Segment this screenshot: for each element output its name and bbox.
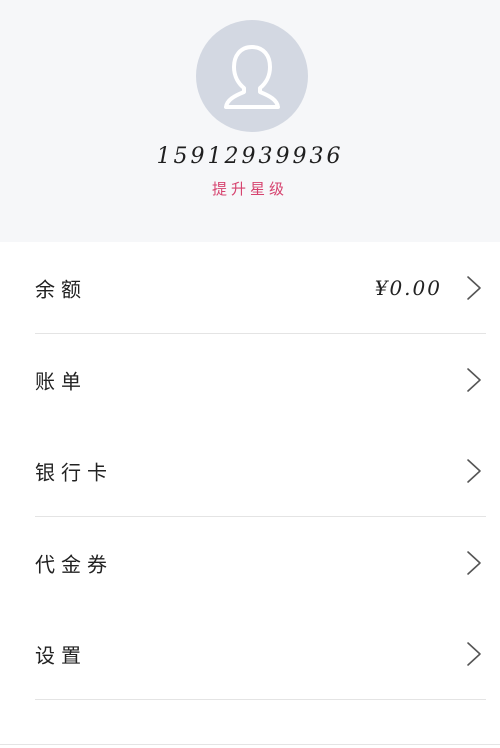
- phone-number: 15912939936: [156, 144, 344, 169]
- menu-item-label: 代金券: [35, 552, 113, 576]
- bottom-divider: [0, 744, 500, 745]
- chevron-right-icon: [467, 550, 481, 575]
- menu-item-label: 余额: [35, 277, 87, 301]
- menu-item-bank-card[interactable]: 银行卡: [0, 425, 500, 516]
- menu-item-label: 账单: [35, 369, 87, 393]
- menu-item-settings[interactable]: 设置: [0, 608, 500, 699]
- chevron-right-icon: [467, 367, 481, 392]
- user-silhouette-icon: [224, 45, 280, 109]
- wallet-page: 15912939936 提升星级 余额 ¥0.00 账单 银行卡 代金券 设置: [0, 0, 500, 748]
- chevron-right-icon: [467, 641, 481, 666]
- chevron-right-icon: [467, 458, 481, 483]
- chevron-right-icon: [467, 275, 481, 300]
- menu-list: 余额 ¥0.00 账单 银行卡 代金券 设置: [0, 242, 500, 700]
- menu-item-balance[interactable]: 余额 ¥0.00: [0, 242, 500, 333]
- profile-header: 15912939936 提升星级: [0, 0, 500, 242]
- menu-item-vouchers[interactable]: 代金券: [0, 517, 500, 608]
- menu-item-bills[interactable]: 账单: [0, 334, 500, 425]
- avatar[interactable]: [196, 20, 308, 132]
- menu-item-label: 设置: [35, 643, 87, 667]
- divider: [35, 699, 486, 700]
- menu-item-label: 银行卡: [35, 460, 113, 484]
- upgrade-star-level-link[interactable]: 提升星级: [0, 178, 500, 199]
- balance-value: ¥0.00: [374, 275, 442, 300]
